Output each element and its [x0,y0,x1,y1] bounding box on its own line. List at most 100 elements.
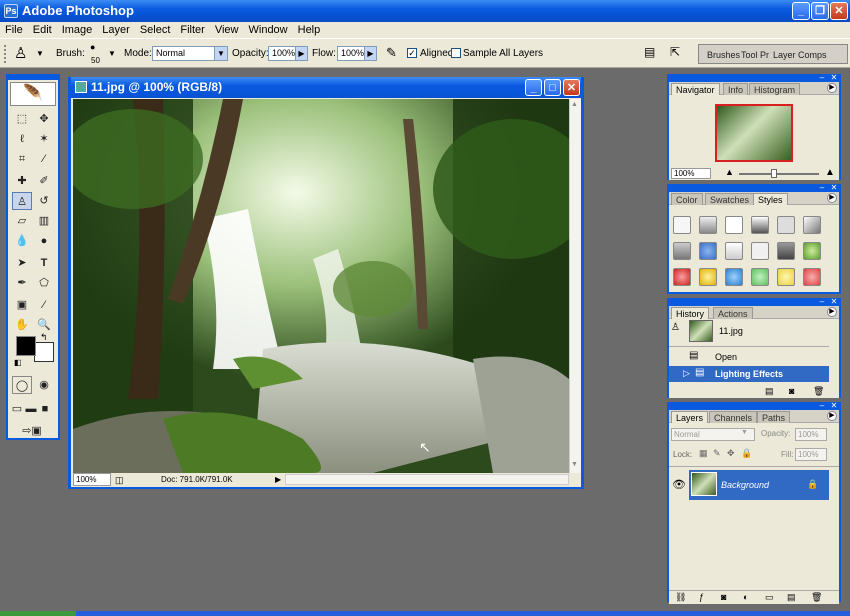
navigator-menu-icon[interactable]: ▶ [827,83,837,93]
move-tool-icon[interactable]: ✥ [34,110,54,128]
menu-window[interactable]: Window [244,22,293,38]
history-brush-source-icon[interactable]: ♙ [671,322,685,336]
tab-actions[interactable]: Actions [713,307,753,319]
menu-layer[interactable]: Layer [97,22,135,38]
status-menu-icon[interactable]: ◫ [115,473,124,487]
layers-close-icon[interactable]: ✕ [829,402,839,410]
mode-select[interactable]: Normal [152,46,216,61]
shape-tool-icon[interactable]: ⬠ [34,274,54,292]
style-swatch[interactable] [699,242,717,260]
history-item-lighting-effects[interactable]: Lighting Effects [715,369,783,379]
history-menu-icon[interactable]: ▶ [827,307,837,317]
style-swatch[interactable] [777,216,795,234]
well-tab-brushes[interactable]: Brushes [707,50,740,60]
path-selection-tool-icon[interactable]: ➤ [12,254,32,272]
navigator-zoom-thumb[interactable] [771,169,777,178]
tab-paths[interactable]: Paths [757,411,791,423]
eraser-tool-icon[interactable]: ▱ [12,212,32,230]
options-grip[interactable] [4,45,8,63]
image-ready-icon[interactable]: ⇱ [670,45,680,59]
notes-tool-icon[interactable]: ▣ [12,296,32,314]
layer-name[interactable]: Background [721,480,769,490]
brush-picker-arrow-icon[interactable]: ▼ [108,49,116,58]
navigator-zoom-slider[interactable] [739,173,819,175]
opacity-input[interactable]: 100% [268,46,296,61]
default-colors-icon[interactable]: ◧ [14,358,22,367]
tab-styles[interactable]: Styles [753,193,788,205]
flow-slider-icon[interactable]: ▶ [364,46,377,61]
styles-minimize-icon[interactable]: – [817,184,827,192]
swap-colors-icon[interactable]: ↰ [40,332,48,343]
layer-style-icon[interactable]: ƒ [699,592,704,602]
snapshot-name[interactable]: 11.jpg [719,326,743,336]
history-close-icon[interactable]: ✕ [829,298,839,306]
style-swatch[interactable] [777,268,795,286]
history-state-marker-icon[interactable]: ▷ [683,368,690,379]
file-browser-icon[interactable]: ▤ [644,45,655,59]
quick-mask-icon[interactable]: ◉ [34,376,54,394]
close-button[interactable]: ✕ [830,2,848,20]
mode-dropdown-icon[interactable]: ▼ [214,46,228,61]
crop-tool-icon[interactable]: ⌗ [12,150,32,168]
fill-input[interactable]: 100% [795,448,827,461]
clone-stamp-preset-icon[interactable]: ♙ [14,44,27,62]
new-document-from-state-icon[interactable]: ▤ [765,386,774,397]
screen-mode-full-icon[interactable]: ■ [38,400,52,418]
status-info-arrow-icon[interactable]: ▶ [275,473,281,487]
style-swatch[interactable] [725,216,743,234]
tab-histogram[interactable]: Histogram [749,83,801,95]
navigator-close-icon[interactable]: ✕ [829,74,839,82]
dodge-tool-icon[interactable]: ● [34,232,54,250]
delete-state-icon[interactable]: 🗑 [813,386,824,397]
layer-thumbnail[interactable] [691,472,717,496]
style-swatch[interactable] [699,268,717,286]
tool-preset-dropdown-icon[interactable]: ▼ [36,49,44,58]
flow-input[interactable]: 100% [337,46,365,61]
layer-mask-icon[interactable]: ◙ [721,592,726,602]
background-color-swatch[interactable] [34,342,54,362]
hand-tool-icon[interactable]: ✋ [12,316,32,334]
style-swatch[interactable] [751,242,769,260]
restore-button[interactable]: ❐ [811,2,829,20]
eyedropper-tool-icon[interactable]: ⁄ [34,296,54,314]
new-layer-icon[interactable]: ▤ [787,592,796,603]
marquee-tool-icon[interactable]: ⬚ [12,110,32,128]
tab-layers[interactable]: Layers [671,411,709,423]
zoom-out-icon[interactable]: ▲ [725,167,734,177]
tab-info[interactable]: Info [723,83,749,95]
document-minimize-button[interactable]: _ [525,79,542,96]
tab-channels[interactable]: Channels [709,411,758,423]
menu-edit[interactable]: Edit [28,22,57,38]
airbrush-icon[interactable]: ✎ [386,45,397,61]
style-swatch[interactable] [673,268,691,286]
blur-tool-icon[interactable]: 💧 [12,232,32,250]
styles-close-icon[interactable]: ✕ [829,184,839,192]
aligned-checkbox[interactable]: ✓ [407,48,417,58]
layers-minimize-icon[interactable]: – [817,402,827,410]
lock-transparency-icon[interactable]: ▦ [699,448,708,459]
link-layers-icon[interactable]: ⛓ [675,592,686,603]
layers-menu-icon[interactable]: ▶ [827,411,837,421]
sample-all-layers-checkbox[interactable] [451,48,461,58]
style-swatch[interactable] [751,216,769,234]
document-close-button[interactable]: ✕ [563,79,580,96]
well-tab-layer-comps[interactable]: Layer Comps [773,50,827,60]
style-swatch[interactable] [725,242,743,260]
style-swatch[interactable] [673,242,691,260]
tab-color[interactable]: Color [671,193,703,205]
delete-layer-icon[interactable]: 🗑 [811,592,822,603]
lock-all-icon[interactable]: 🔒 [741,448,752,459]
style-swatch[interactable] [725,268,743,286]
style-swatch[interactable] [673,216,691,234]
style-swatch[interactable] [803,268,821,286]
jump-to-imageready-icon[interactable]: ⇨▣ [12,422,52,440]
scroll-down-icon[interactable]: ▼ [571,461,578,468]
document-canvas[interactable]: ↖ [73,99,569,473]
screen-mode-full-menu-icon[interactable]: ▬ [24,400,38,418]
feather-logo-icon[interactable]: 🪶 [10,82,56,106]
tab-history[interactable]: History [671,307,710,319]
style-swatch[interactable] [699,216,717,234]
menu-view[interactable]: View [210,22,244,38]
standard-mode-icon[interactable]: ◯ [12,376,32,394]
gradient-tool-icon[interactable]: ▥ [34,212,54,230]
